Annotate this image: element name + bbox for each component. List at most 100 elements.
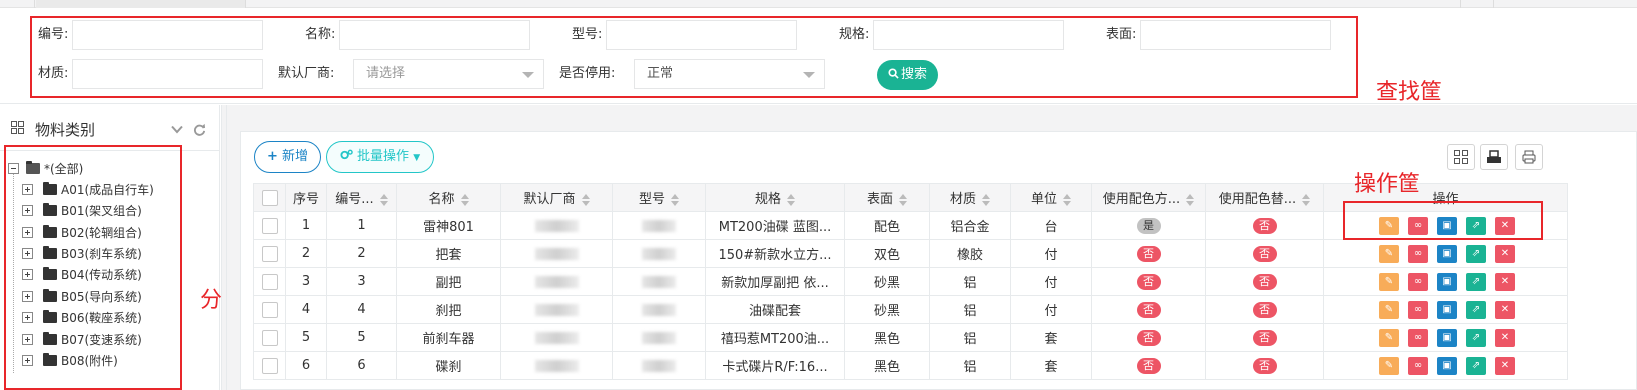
row-checkbox[interactable] [261,301,278,318]
column-header-code[interactable]: 编号... [326,183,397,212]
sort-icon[interactable] [1063,193,1071,206]
row-select-cell[interactable] [253,267,286,296]
cell-code: 5 [326,323,397,352]
tab-nav-left[interactable] [0,0,35,8]
image-icon[interactable]: ▣ [1437,301,1457,319]
name-input[interactable] [339,20,530,50]
batch-operation-button[interactable]: 批量操作 ▼ [326,141,434,173]
delete-icon[interactable]: ✕ [1495,329,1515,347]
edit-icon[interactable]: ✎ [1379,329,1399,347]
column-header-label: 单位 [1030,192,1057,207]
share-icon[interactable]: ⇗ [1466,357,1486,375]
column-header-use-scheme[interactable]: 使用配色方... [1091,183,1206,212]
print-button[interactable] [1515,144,1543,170]
table-row[interactable]: 3 3 副把 新款加厚副把 依... 砂黑 铝 付 否 否 [253,267,1568,296]
column-header-name[interactable]: 名称 [396,183,501,212]
status-badge: 否 [1252,217,1277,234]
sort-icon[interactable] [460,193,469,206]
share-icon[interactable]: ⇗ [1466,273,1486,291]
row-checkbox[interactable] [261,217,278,234]
delete-icon[interactable]: ✕ [1495,301,1515,319]
chevron-down-icon[interactable] [171,125,183,134]
edit-icon[interactable]: ✎ [1379,245,1399,263]
cell-model [612,295,706,324]
cell-vendor [500,267,613,296]
column-header-surface[interactable]: 表面 [844,183,930,212]
table-row[interactable]: 5 5 前刹车器 禧玛惹MT200油... 黑色 铝 套 否 否 [253,323,1568,352]
delete-icon[interactable]: ✕ [1495,357,1515,375]
columns-toggle-button[interactable] [1447,144,1475,170]
cell-spec: 卡式碟片R/F:16... [705,351,845,380]
image-icon[interactable]: ▣ [1437,357,1457,375]
spec-input[interactable] [873,20,1064,50]
cell-surface-text: 配色 [873,220,900,235]
column-header-spec[interactable]: 规格 [705,183,845,212]
cell-vendor [500,351,613,380]
sort-icon[interactable] [379,193,388,206]
search-button[interactable]: 搜索 [877,60,938,90]
image-icon[interactable]: ▣ [1437,245,1457,263]
row-checkbox[interactable] [261,273,278,290]
share-icon[interactable]: ⇗ [1466,329,1486,347]
link-icon[interactable]: ∞ [1408,273,1428,291]
cell-spec: 150#新款水立方... [705,239,845,268]
edit-icon[interactable]: ✎ [1379,273,1399,291]
disabled-select[interactable]: 正常 [634,59,825,89]
cell-vendor [500,295,613,324]
row-checkbox[interactable] [261,357,278,374]
link-icon[interactable]: ∞ [1408,329,1428,347]
edit-icon[interactable]: ✎ [1379,301,1399,319]
link-icon[interactable]: ∞ [1408,245,1428,263]
model-input[interactable] [606,20,797,50]
delete-icon[interactable]: ✕ [1495,273,1515,291]
row-select-cell[interactable] [253,351,286,380]
tab-nav-right[interactable] [1460,0,1494,8]
share-icon[interactable]: ⇗ [1466,301,1486,319]
disabled-label: 是否停用: [559,66,616,81]
sort-icon[interactable] [671,193,679,206]
select-all-checkbox[interactable] [261,189,278,206]
material-input[interactable] [72,59,263,89]
delete-icon[interactable]: ✕ [1495,245,1515,263]
row-checkbox[interactable] [261,329,278,346]
table-row[interactable]: 2 2 把套 150#新款水立方... 双色 橡胶 付 否 否 [253,239,1568,268]
column-header-unit[interactable]: 单位 [1010,183,1092,212]
row-checkbox[interactable] [261,245,278,262]
share-icon[interactable]: ⇗ [1466,245,1486,263]
column-header-material[interactable]: 材质 [929,183,1011,212]
column-header-label: 规格 [754,192,781,207]
surface-input[interactable] [1140,20,1331,50]
row-select-cell[interactable] [253,295,286,324]
sort-icon[interactable] [1302,193,1311,206]
image-icon[interactable]: ▣ [1437,329,1457,347]
select-all-cell[interactable] [253,183,286,212]
sort-icon[interactable] [581,193,590,206]
cell-material-text: 铝 [963,304,977,319]
sort-icon[interactable] [982,193,990,206]
column-header-model[interactable]: 型号 [612,183,706,212]
cell-name: 刹把 [396,295,501,324]
table-row[interactable]: 4 4 刹把 油碟配套 砂黑 铝 付 否 否 [253,295,1568,324]
sort-icon[interactable] [787,193,795,206]
link-icon[interactable]: ∞ [1408,357,1428,375]
link-icon[interactable]: ∞ [1408,301,1428,319]
row-select-cell[interactable] [253,323,286,352]
cell-seq-text: 5 [301,330,311,345]
refresh-icon[interactable] [193,123,206,136]
sort-icon[interactable] [899,193,907,206]
column-header-use-replace[interactable]: 使用配色替... [1205,183,1324,212]
export-button[interactable] [1480,144,1508,170]
category-annotation-box [4,145,182,390]
image-icon[interactable]: ▣ [1437,273,1457,291]
tab-active[interactable] [36,0,246,8]
vendor-select[interactable]: 请选择 [353,59,544,89]
add-button[interactable]: + 新增 [254,141,321,173]
column-header-vendor[interactable]: 默认厂商 [500,183,613,212]
code-input[interactable] [72,20,263,50]
sort-icon[interactable] [1186,193,1195,206]
edit-icon[interactable]: ✎ [1379,357,1399,375]
table-row[interactable]: 6 6 碟刹 卡式碟片R/F:16... 黑色 铝 套 否 否 [253,351,1568,380]
cell-unit-text: 台 [1044,220,1058,235]
row-select-cell[interactable] [253,239,286,268]
row-select-cell[interactable] [253,211,286,240]
